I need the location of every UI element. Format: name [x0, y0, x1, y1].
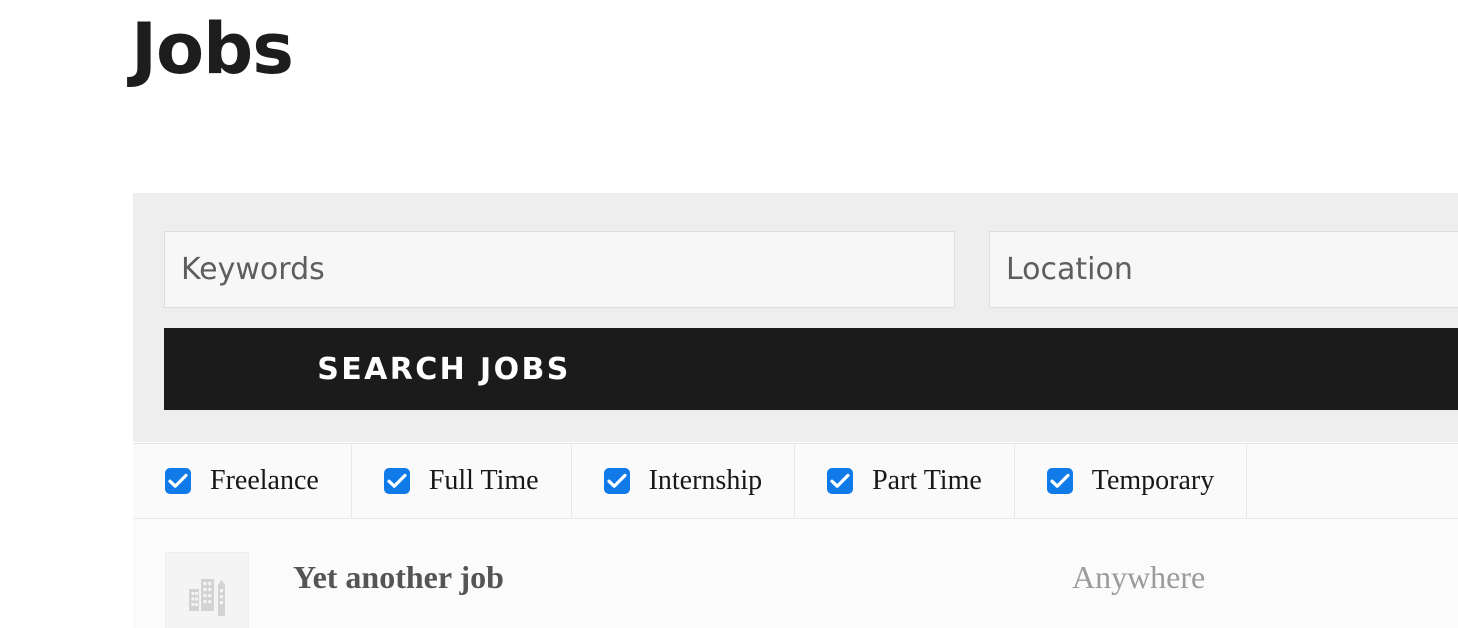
- filter-label: Part Time: [872, 465, 982, 496]
- filter-label: Full Time: [428, 465, 539, 496]
- search-fields-group: [164, 231, 1458, 308]
- filter-item-temporary[interactable]: Temporary: [1015, 444, 1248, 518]
- filter-item-part-time[interactable]: Part Time: [795, 444, 1015, 518]
- filter-label: Internship: [648, 465, 763, 496]
- keywords-input[interactable]: [181, 252, 938, 287]
- job-listing-row[interactable]: Yet another job Anywhere: [133, 519, 1458, 628]
- checkbox-checked-icon[interactable]: [827, 468, 854, 494]
- checkbox-checked-icon[interactable]: [603, 468, 630, 494]
- job-listings: Yet another job Anywhere: [133, 519, 1458, 628]
- job-type-filter-row: Freelance Full Time Internship Part Time…: [133, 443, 1458, 519]
- search-jobs-button[interactable]: Search Jobs: [164, 328, 1458, 410]
- location-field-wrapper[interactable]: [989, 231, 1458, 308]
- checkbox-checked-icon[interactable]: [1046, 468, 1073, 494]
- checkbox-checked-icon[interactable]: [165, 468, 191, 494]
- filter-item-full-time[interactable]: Full Time: [352, 444, 572, 518]
- job-title: Yet another job: [293, 559, 504, 595]
- filter-item-freelance[interactable]: Freelance: [133, 444, 352, 518]
- filter-item-internship[interactable]: Internship: [572, 444, 796, 518]
- job-search-panel: Search Jobs: [133, 193, 1458, 442]
- location-input[interactable]: [1006, 252, 1458, 287]
- page-title: Jobs: [131, 8, 294, 90]
- filter-label: Freelance: [210, 465, 319, 496]
- checkbox-checked-icon[interactable]: [383, 468, 410, 494]
- job-location: Anywhere: [1071, 559, 1206, 595]
- jobs-page: Jobs Search Jobs Freelance: [0, 0, 1458, 628]
- filter-label: Temporary: [1091, 465, 1215, 496]
- company-logo-placeholder: [165, 552, 249, 628]
- buildings-placeholder-icon: [189, 579, 225, 616]
- keywords-field-wrapper[interactable]: [164, 231, 955, 308]
